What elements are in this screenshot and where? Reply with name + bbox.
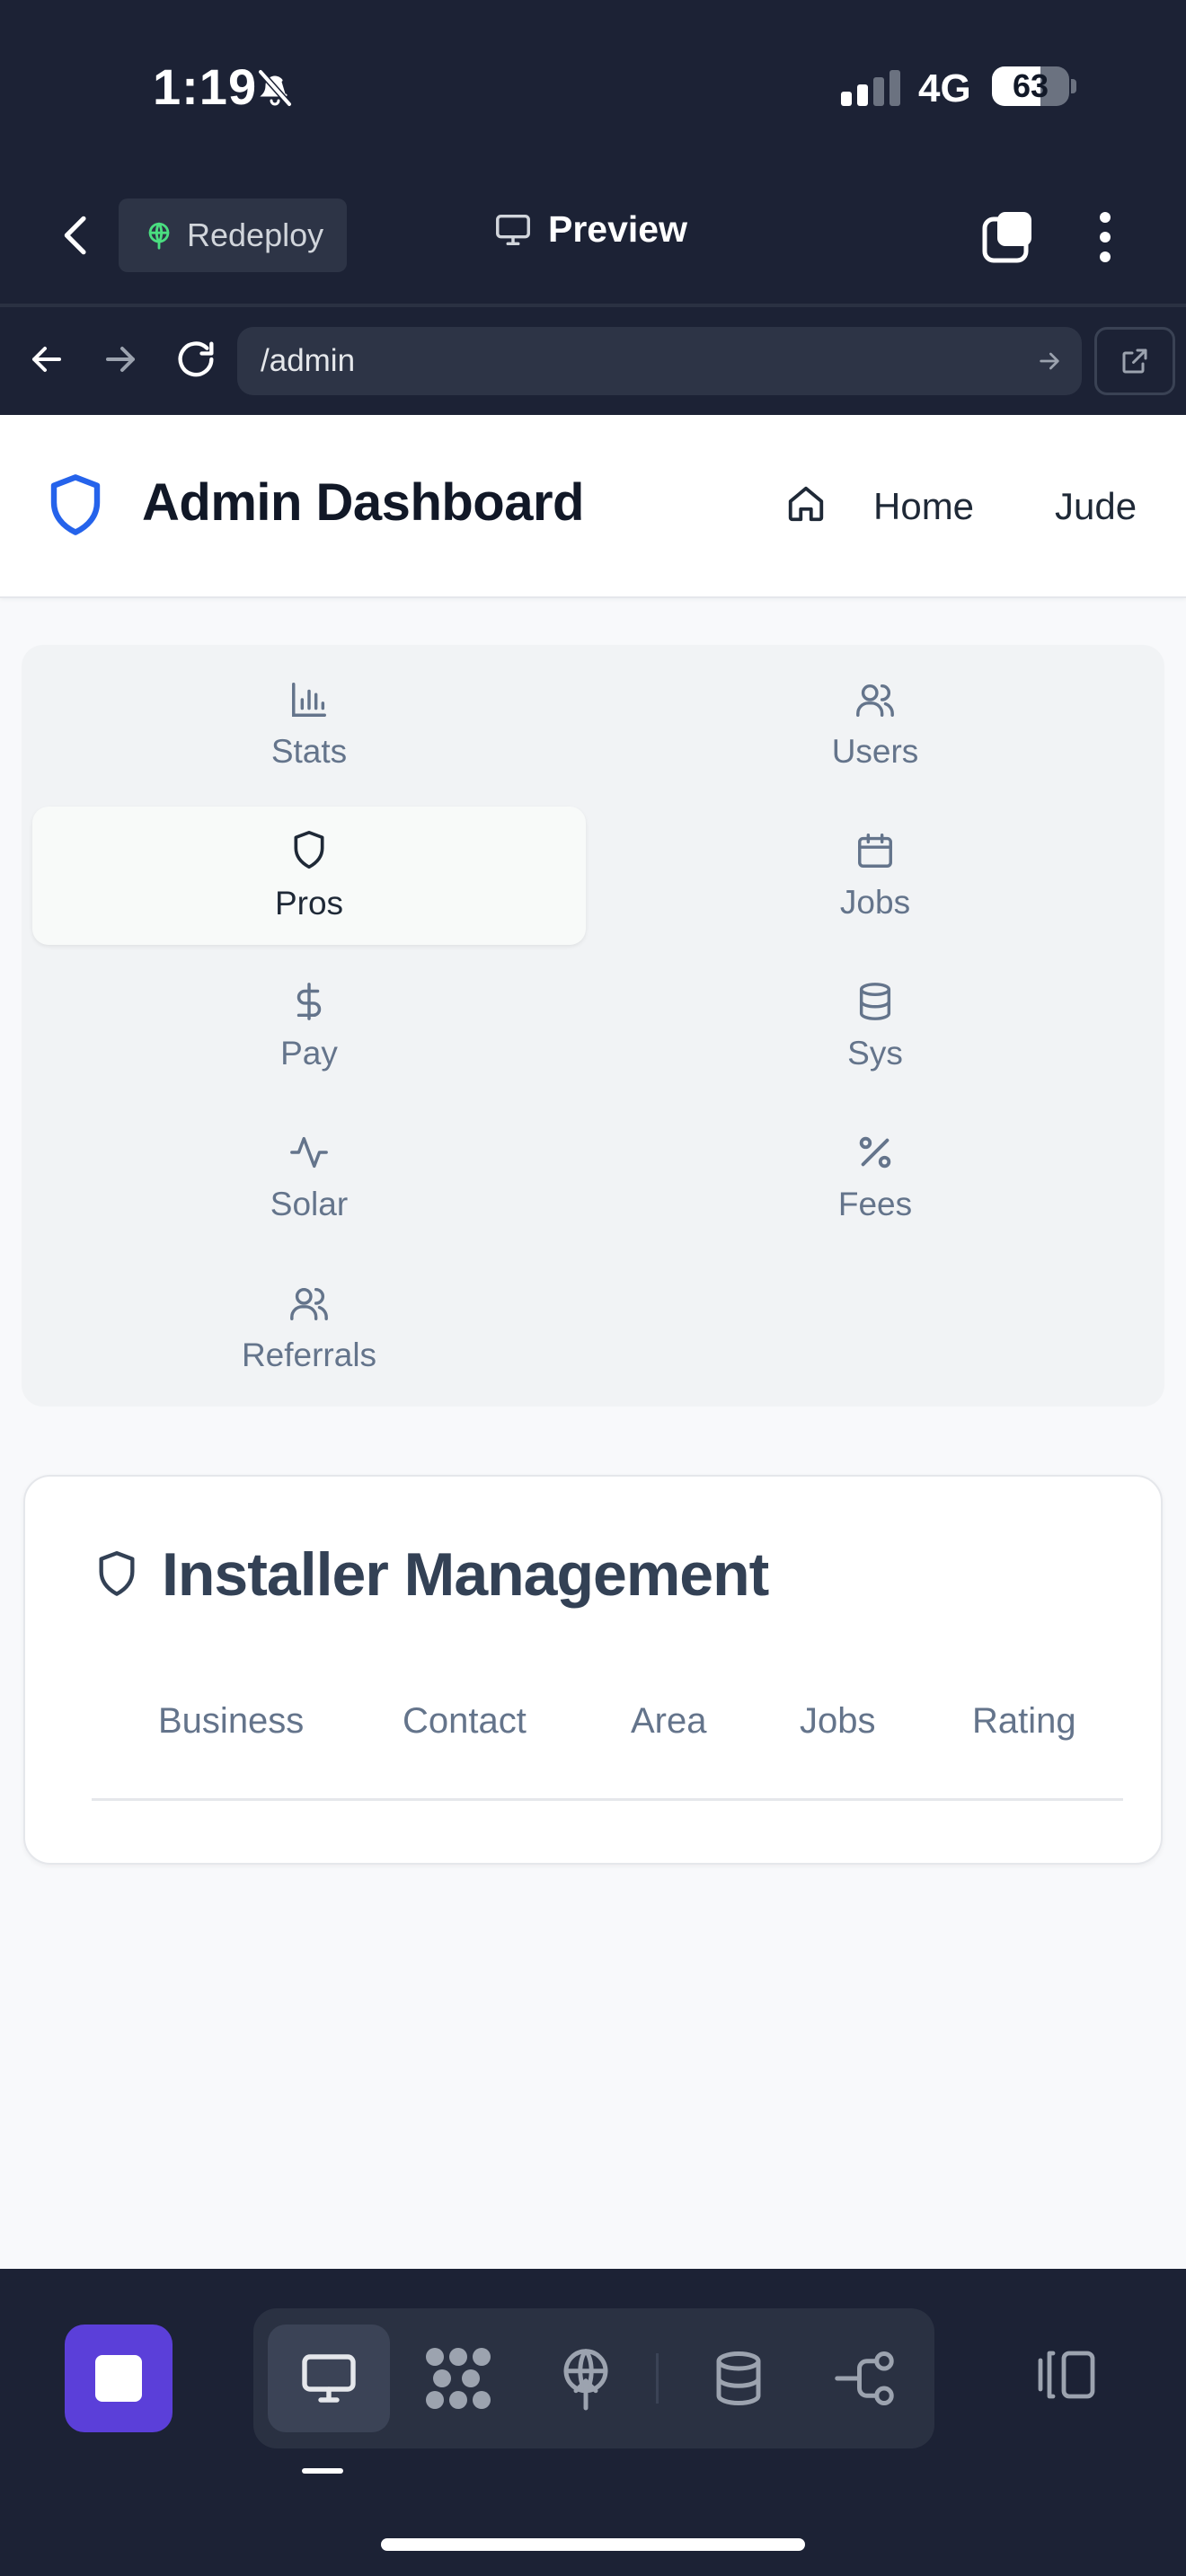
apps-tool[interactable] bbox=[397, 2325, 519, 2432]
column-header-rating[interactable]: Rating bbox=[972, 1701, 1076, 1742]
calendar-icon bbox=[854, 830, 896, 871]
database-icon bbox=[854, 981, 896, 1022]
admin-nav: Stats Users Pros Jobs Pay Sys Solar Fees… bbox=[22, 645, 1164, 1407]
nav-item-fees[interactable]: Fees bbox=[598, 1108, 1152, 1247]
nav-item-pros[interactable]: Pros bbox=[32, 807, 586, 945]
external-link-icon bbox=[1119, 345, 1151, 377]
bar-chart-icon bbox=[288, 679, 330, 720]
home-indicator bbox=[381, 2538, 805, 2551]
nav-label: Jobs bbox=[839, 884, 911, 921]
panel-toggle-icon[interactable] bbox=[1035, 2346, 1100, 2404]
nav-label: Users bbox=[831, 733, 919, 770]
battery-percent: 63 bbox=[1012, 67, 1049, 104]
database-tool[interactable] bbox=[677, 2325, 800, 2432]
card-title: Installer Management bbox=[162, 1540, 769, 1609]
shield-icon bbox=[289, 829, 329, 872]
nav-item-users[interactable]: Users bbox=[598, 656, 1152, 794]
preview-tab[interactable]: Preview bbox=[492, 208, 687, 251]
dollar-icon bbox=[288, 981, 330, 1022]
arrow-right-icon[interactable] bbox=[99, 338, 142, 381]
status-bar: 1:19 4G 63 bbox=[0, 0, 1186, 175]
status-time: 1:19 bbox=[153, 58, 258, 115]
editor-toolbar bbox=[0, 2269, 1186, 2576]
browser-chrome: 1:19 4G 63 Redeploy Preview /admin bbox=[0, 0, 1186, 415]
shield-icon bbox=[93, 1548, 140, 1601]
chrome-divider bbox=[0, 304, 1186, 307]
table-divider bbox=[92, 1798, 1123, 1801]
url-bar: /admin bbox=[0, 318, 1186, 404]
reload-icon[interactable] bbox=[173, 336, 219, 383]
nav-label: Stats bbox=[270, 733, 348, 770]
preview-tool[interactable] bbox=[268, 2325, 390, 2432]
workflow-tool[interactable] bbox=[803, 2325, 925, 2432]
shield-logo-icon bbox=[47, 472, 104, 537]
battery-icon: 63 bbox=[992, 66, 1069, 106]
stop-button[interactable] bbox=[65, 2325, 173, 2432]
installer-management-card: Installer Management Business Contact Ar… bbox=[23, 1475, 1163, 1865]
card-header: Installer Management bbox=[93, 1539, 769, 1610]
active-tool-indicator bbox=[302, 2468, 343, 2474]
tool-group bbox=[253, 2308, 934, 2448]
app-header: Admin Dashboard Home Jude bbox=[0, 415, 1186, 598]
nav-label: Referrals bbox=[241, 1337, 377, 1373]
home-link[interactable]: Home bbox=[873, 485, 974, 528]
column-header-jobs[interactable]: Jobs bbox=[800, 1701, 876, 1742]
activity-icon bbox=[288, 1132, 330, 1173]
network-type: 4G bbox=[918, 66, 971, 110]
url-input[interactable]: /admin bbox=[237, 327, 1082, 395]
users-icon bbox=[854, 679, 897, 720]
redeploy-label: Redeploy bbox=[187, 216, 324, 253]
globe-upload-icon bbox=[556, 2346, 615, 2411]
nav-label: Pay bbox=[280, 1035, 338, 1072]
nav-item-sys[interactable]: Sys bbox=[598, 957, 1152, 1096]
nav-item-pay[interactable]: Pay bbox=[32, 957, 586, 1096]
deploy-tool[interactable] bbox=[525, 2325, 647, 2432]
editor-topbar: Redeploy Preview bbox=[0, 189, 1186, 305]
column-header-business[interactable]: Business bbox=[158, 1701, 304, 1742]
go-arrow-icon[interactable] bbox=[1035, 347, 1064, 375]
battery-nub bbox=[1071, 79, 1076, 93]
column-header-area[interactable]: Area bbox=[631, 1701, 707, 1742]
external-link-button[interactable] bbox=[1094, 327, 1175, 395]
percent-icon bbox=[854, 1132, 896, 1173]
dots-grid-icon bbox=[424, 2346, 492, 2411]
git-branch-icon bbox=[832, 2349, 897, 2408]
monitor-icon bbox=[492, 209, 534, 251]
monitor-icon bbox=[296, 2346, 361, 2411]
stop-icon bbox=[95, 2355, 142, 2402]
more-vertical-icon[interactable] bbox=[1091, 210, 1120, 264]
nav-label: Fees bbox=[837, 1186, 913, 1222]
nav-label: Solar bbox=[270, 1186, 349, 1222]
chevron-left-icon[interactable] bbox=[52, 210, 102, 260]
nav-item-jobs[interactable]: Jobs bbox=[598, 807, 1152, 945]
globe-icon bbox=[144, 220, 174, 251]
nav-label: Pros bbox=[274, 885, 344, 922]
column-header-contact[interactable]: Contact bbox=[403, 1701, 527, 1742]
table-header: Business Contact Area Jobs Rating bbox=[92, 1701, 1123, 1741]
page-title: Admin Dashboard bbox=[142, 473, 585, 532]
bell-muted-icon bbox=[253, 66, 296, 110]
nav-item-stats[interactable]: Stats bbox=[32, 656, 586, 794]
url-text: /admin bbox=[261, 343, 356, 378]
nav-label: Sys bbox=[847, 1035, 903, 1072]
preview-label: Preview bbox=[548, 208, 687, 250]
arrow-left-icon[interactable] bbox=[25, 338, 68, 381]
users-icon bbox=[288, 1283, 331, 1324]
nav-item-referrals[interactable]: Referrals bbox=[32, 1259, 586, 1398]
redeploy-button[interactable]: Redeploy bbox=[119, 198, 347, 272]
user-menu[interactable]: Jude bbox=[1055, 485, 1137, 528]
nav-item-solar[interactable]: Solar bbox=[32, 1108, 586, 1247]
signal-icon bbox=[841, 70, 902, 106]
tabs-icon[interactable] bbox=[981, 208, 1039, 266]
database-icon bbox=[709, 2347, 768, 2410]
toolbar-separator bbox=[656, 2353, 659, 2404]
home-icon[interactable] bbox=[785, 483, 827, 525]
